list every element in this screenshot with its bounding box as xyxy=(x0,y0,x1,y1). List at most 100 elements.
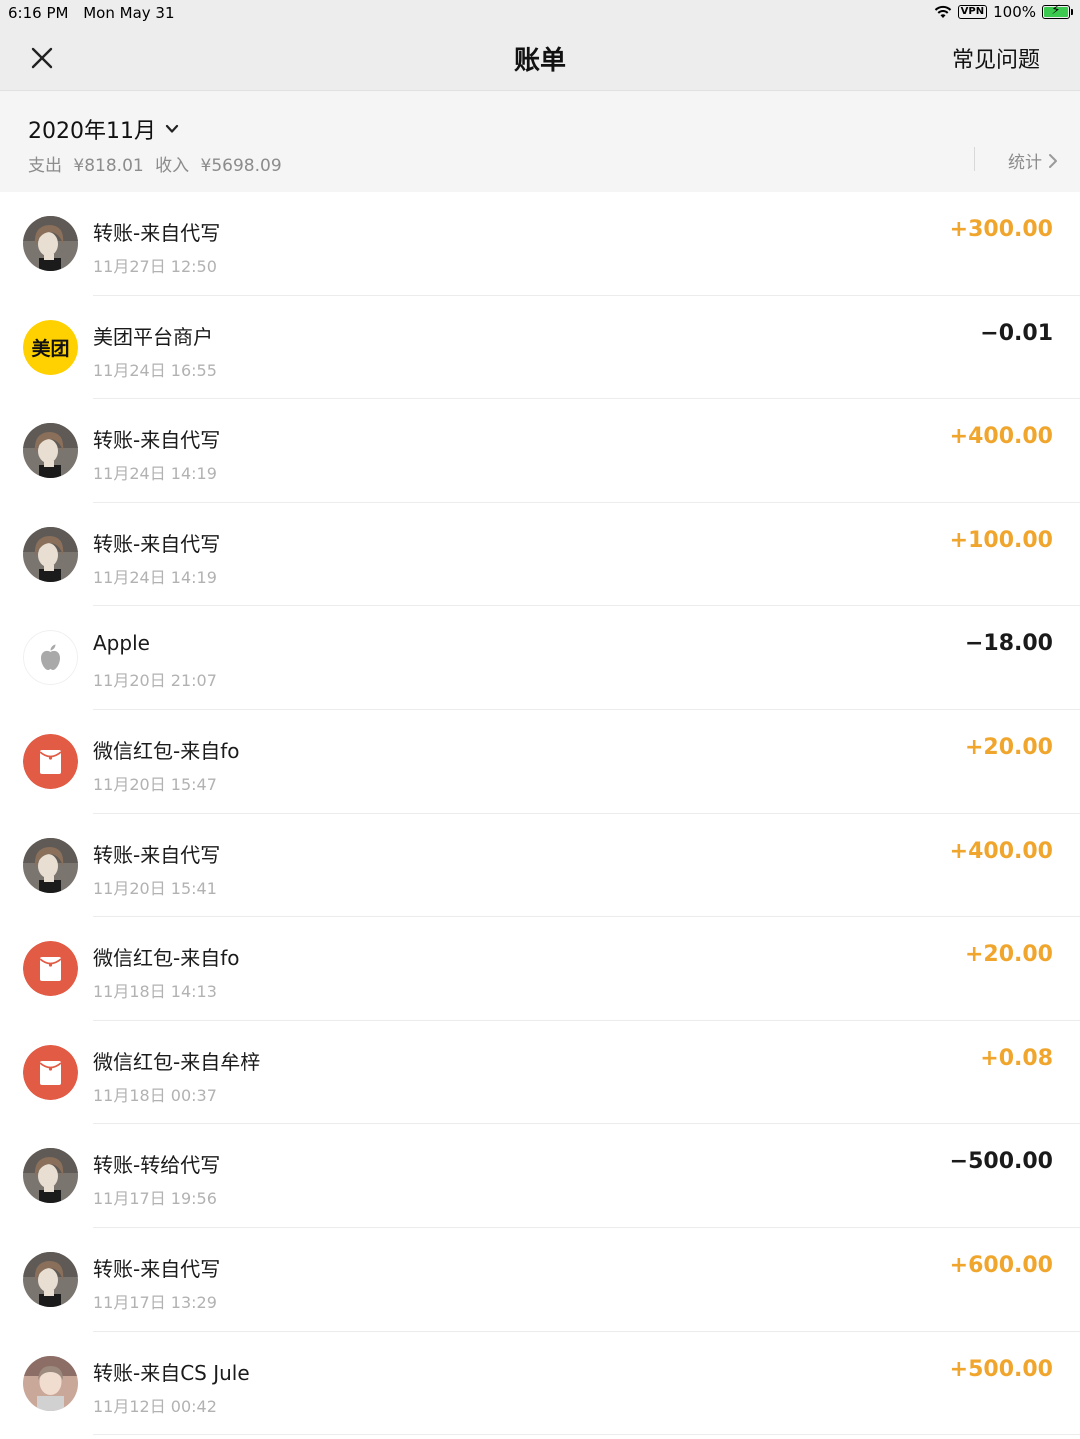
transaction-row[interactable]: 美团 美团平台商户 11月24日 16:55 −0.01 xyxy=(0,296,1080,400)
transaction-time: 11月24日 14:19 xyxy=(93,567,217,587)
transaction-row[interactable]: 微信红包-来自fo 11月20日 15:47 +20.00 xyxy=(0,710,1080,814)
transaction-time: 11月17日 13:29 xyxy=(93,1292,217,1312)
transaction-title: 美团平台商户 xyxy=(93,324,213,349)
transaction-avatar xyxy=(23,837,78,893)
chevron-right-icon xyxy=(1049,153,1057,168)
expense-label: 支出 xyxy=(28,156,62,176)
transaction-title: 微信红包-来自fo xyxy=(93,738,240,763)
status-date: Mon May 31 xyxy=(83,4,175,22)
user-avatar xyxy=(23,1251,78,1307)
transaction-row[interactable]: 转账-来自代写 11月24日 14:19 +100.00 xyxy=(0,503,1080,607)
transaction-avatar xyxy=(23,216,78,271)
transaction-avatar xyxy=(23,423,78,479)
transaction-row[interactable]: Apple 11月20日 21:07 −18.00 xyxy=(0,606,1080,710)
transaction-amount: +20.00 xyxy=(964,942,1053,968)
user-avatar xyxy=(23,1148,78,1204)
transaction-title: 转账-来自CS Jule xyxy=(93,1360,250,1385)
meituan-logo-text: 美团 xyxy=(31,337,70,360)
transaction-row[interactable]: 转账-来自代写 11月20日 15:41 +400.00 xyxy=(0,814,1080,918)
transaction-time: 11月20日 15:41 xyxy=(93,878,217,898)
faq-button[interactable]: 常见问题 xyxy=(952,42,1040,74)
transaction-avatar xyxy=(23,526,78,582)
red-packet-icon xyxy=(23,733,78,789)
transaction-amount: −0.01 xyxy=(980,320,1053,346)
user-avatar xyxy=(23,526,78,582)
transaction-time: 11月20日 15:47 xyxy=(93,774,217,794)
battery-icon: ⚡ xyxy=(1042,3,1073,19)
transaction-row[interactable]: 转账-来自CS Jule 11月12日 00:42 +500.00 xyxy=(0,1332,1080,1436)
income-value: ¥5698.09 xyxy=(200,156,282,176)
transaction-avatar xyxy=(23,1044,78,1100)
transaction-amount: +300.00 xyxy=(949,217,1053,242)
apple-logo xyxy=(23,630,78,686)
status-right: VPN 100% ⚡ xyxy=(934,3,1073,21)
transaction-time: 11月20日 21:07 xyxy=(93,671,217,691)
charging-bolt-icon: ⚡ xyxy=(1051,3,1061,18)
vpn-badge: VPN xyxy=(957,5,988,19)
transaction-amount: −18.00 xyxy=(964,631,1053,657)
meituan-logo: 美团 xyxy=(23,319,78,375)
user-avatar xyxy=(23,1355,78,1411)
transaction-amount: +500.00 xyxy=(949,1356,1053,1382)
stats-button[interactable]: 统计 xyxy=(1008,148,1058,173)
transaction-time: 11月24日 16:55 xyxy=(93,360,217,380)
transaction-title: 转账-来自代写 xyxy=(93,842,221,867)
transaction-time: 11月18日 14:13 xyxy=(93,982,217,1002)
page-title: 账单 xyxy=(513,46,566,76)
status-time: 6:16 PM xyxy=(8,4,69,22)
transaction-avatar xyxy=(23,1355,78,1411)
close-button[interactable] xyxy=(26,42,58,74)
close-icon xyxy=(31,47,53,69)
transaction-avatar xyxy=(23,941,78,997)
month-selector[interactable]: 2020年11月 xyxy=(28,113,180,145)
transaction-row[interactable]: 转账-来自代写 11月24日 14:19 +400.00 xyxy=(0,399,1080,503)
transaction-title: 转账-来自代写 xyxy=(93,531,221,556)
transaction-title: 微信红包-来自牟梓 xyxy=(93,1049,261,1074)
transaction-title: Apple xyxy=(93,631,150,656)
transaction-title: 转账-来自代写 xyxy=(93,221,221,245)
transaction-row[interactable]: 转账-转给代写 11月17日 19:56 −500.00 xyxy=(0,1124,1080,1228)
transaction-amount: +20.00 xyxy=(964,734,1053,760)
transaction-list: 转账-来自代写 11月27日 12:50 +300.00 美团 美团平台商户 11月24日… xyxy=(0,192,1080,1436)
month-summary: 支出 ¥818.01 收入 ¥5698.09 xyxy=(28,151,282,176)
chevron-down-icon xyxy=(165,124,179,133)
transaction-avatar xyxy=(23,630,78,686)
expense-value: ¥818.01 xyxy=(73,156,144,176)
user-avatar xyxy=(23,216,78,271)
stats-divider xyxy=(974,147,975,171)
transaction-title: 转账-转给代写 xyxy=(93,1153,221,1178)
month-header: 2020年11月 支出 ¥818.01 收入 ¥5698.09 统计 xyxy=(0,91,1080,192)
status-bar: 6:16 PM Mon May 31 VPN 100% ⚡ xyxy=(0,0,1080,26)
red-packet-icon xyxy=(23,941,78,997)
transaction-amount: +400.00 xyxy=(949,838,1053,864)
transaction-amount: +100.00 xyxy=(949,527,1053,553)
row-divider xyxy=(93,1434,1080,1436)
transaction-row[interactable]: 转账-来自代写 11月17日 13:29 +600.00 xyxy=(0,1228,1080,1332)
transaction-amount: +400.00 xyxy=(949,424,1053,450)
transaction-amount: +0.08 xyxy=(980,1045,1053,1071)
wifi-icon xyxy=(934,5,951,18)
transaction-time: 11月12日 00:42 xyxy=(93,1396,217,1416)
stats-label: 统计 xyxy=(1008,153,1042,173)
status-left: 6:16 PM Mon May 31 xyxy=(8,4,175,22)
battery-percent: 100% xyxy=(993,3,1036,21)
month-label: 2020年11月 xyxy=(28,119,156,144)
user-avatar xyxy=(23,837,78,893)
transaction-avatar xyxy=(23,1251,78,1307)
transaction-avatar xyxy=(23,733,78,789)
transaction-amount: +600.00 xyxy=(949,1252,1053,1278)
user-avatar xyxy=(23,423,78,479)
nav-bar: 账单 常见问题 xyxy=(0,26,1080,91)
transaction-row[interactable]: 微信红包-来自牟梓 11月18日 00:37 +0.08 xyxy=(0,1021,1080,1125)
transaction-time: 11月27日 12:50 xyxy=(93,257,217,276)
transaction-title: 转账-来自代写 xyxy=(93,1256,221,1281)
transaction-amount: −500.00 xyxy=(949,1149,1053,1175)
red-packet-icon xyxy=(23,1044,78,1100)
transaction-time: 11月18日 00:37 xyxy=(93,1085,217,1105)
transaction-time: 11月24日 14:19 xyxy=(93,464,217,484)
transaction-row[interactable]: 微信红包-来自fo 11月18日 14:13 +20.00 xyxy=(0,917,1080,1021)
transaction-time: 11月17日 19:56 xyxy=(93,1189,217,1209)
transaction-row[interactable]: 转账-来自代写 11月27日 12:50 +300.00 xyxy=(0,192,1080,296)
transaction-avatar xyxy=(23,1148,78,1204)
income-label: 收入 xyxy=(155,156,190,176)
